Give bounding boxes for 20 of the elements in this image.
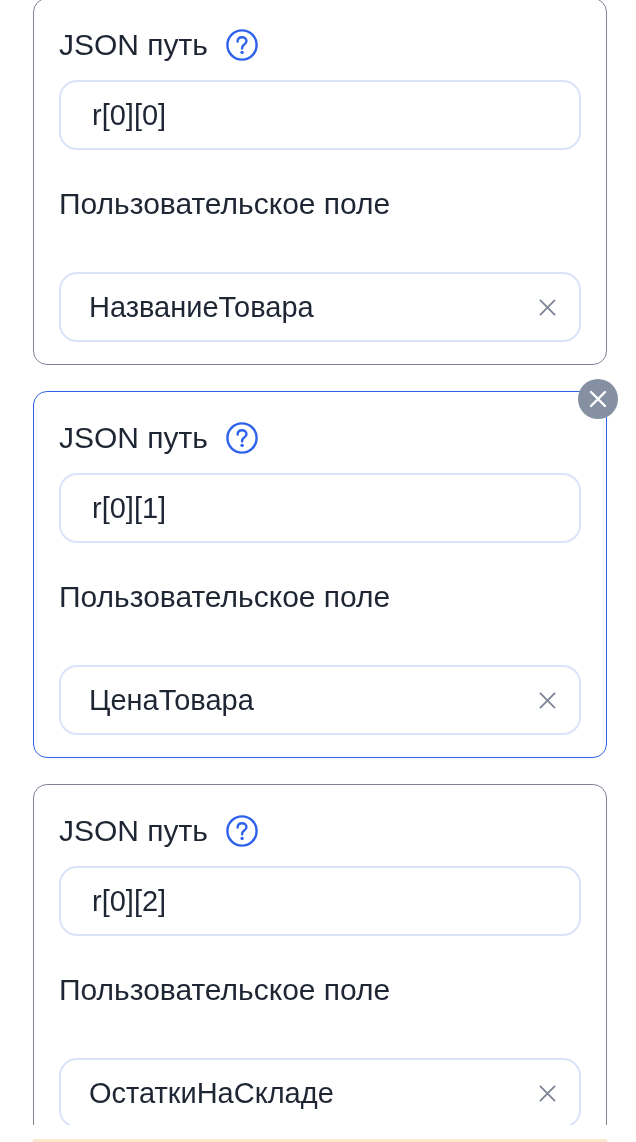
field-label: Пользовательское поле xyxy=(59,972,391,1008)
field-label: JSON путь xyxy=(59,813,208,849)
remove-button[interactable] xyxy=(578,379,618,419)
clear-icon[interactable] xyxy=(539,1084,556,1102)
field-label: JSON путь xyxy=(59,420,208,456)
help-icon[interactable] xyxy=(225,422,258,454)
clear-icon[interactable] xyxy=(539,298,556,316)
input-field[interactable]: ЦенаТовара xyxy=(59,665,581,735)
field-label: JSON путь xyxy=(59,27,208,63)
input-field[interactable]: r[0][2] xyxy=(59,866,581,936)
input-field[interactable]: ОстаткиНаСкладе xyxy=(59,1058,581,1125)
input-field[interactable]: r[0][1] xyxy=(59,473,581,543)
help-icon[interactable] xyxy=(225,815,258,847)
input-field[interactable]: r[0][0] xyxy=(59,80,581,150)
close-icon xyxy=(588,389,608,409)
field-label: Пользовательское поле xyxy=(59,579,391,615)
help-icon[interactable] xyxy=(225,29,258,61)
input-field[interactable]: НазваниеТовара xyxy=(59,272,581,342)
clear-icon[interactable] xyxy=(539,691,556,709)
field-label: Пользовательское поле xyxy=(59,186,391,222)
